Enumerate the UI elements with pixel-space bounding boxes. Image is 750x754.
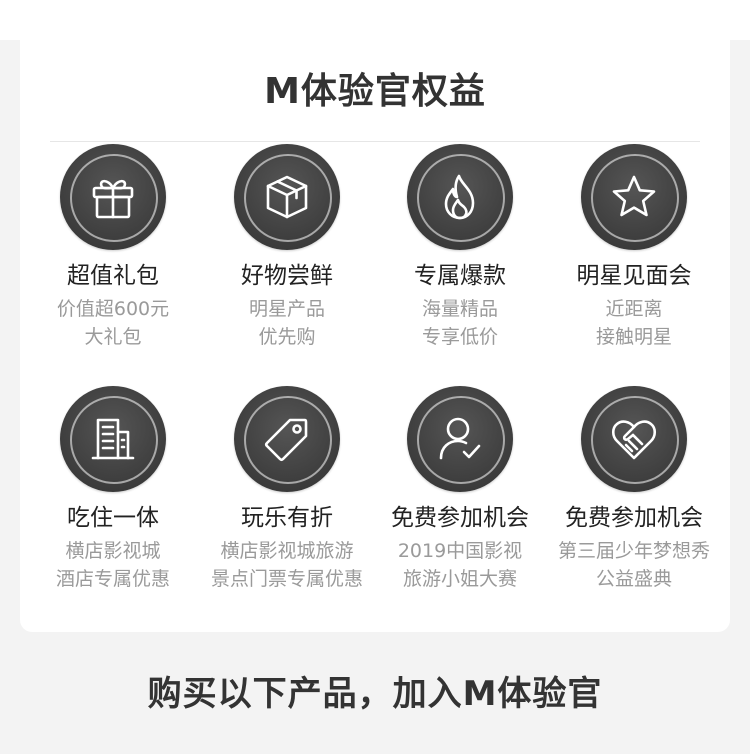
benefit-heart-hands[interactable]: 免费参加机会 第三届少年梦想秀 公益盛典 xyxy=(547,386,721,593)
benefit-icon-circle xyxy=(234,144,340,250)
benefit-desc: 海量精品 专享低价 xyxy=(373,295,547,351)
benefit-icon-circle xyxy=(407,386,513,492)
benefit-desc-line2: 接触明星 xyxy=(595,326,672,348)
benefit-desc-line2: 酒店专属优惠 xyxy=(55,568,170,590)
benefit-icon-circle xyxy=(234,386,340,492)
benefit-building[interactable]: 吃住一体 横店影视城 酒店专属优惠 xyxy=(26,386,200,593)
benefit-icon-circle xyxy=(581,144,687,250)
box-icon xyxy=(266,175,308,219)
benefit-desc-line1: 第三届少年梦想秀 xyxy=(557,540,710,562)
benefit-desc-line1: 价值超600元 xyxy=(56,298,170,320)
benefit-title: 玩乐有折 xyxy=(241,505,333,531)
benefit-desc: 2019中国影视 旅游小姐大赛 xyxy=(373,537,547,593)
benefit-desc-line2: 优先购 xyxy=(258,326,316,348)
tag-icon xyxy=(264,418,308,462)
benefit-icon-circle xyxy=(581,386,687,492)
benefit-desc-line2: 专享低价 xyxy=(421,326,498,348)
benefit-tag[interactable]: 玩乐有折 横店影视城旅游 景点门票专属优惠 xyxy=(200,386,374,593)
benefit-desc-line1: 明星产品 xyxy=(248,298,325,320)
benefit-flame[interactable]: 专属爆款 海量精品 专享低价 xyxy=(373,144,547,351)
benefit-user-check[interactable]: 免费参加机会 2019中国影视 旅游小姐大赛 xyxy=(373,386,547,593)
benefit-title: 免费参加机会 xyxy=(565,505,703,531)
benefit-title: 超值礼包 xyxy=(67,263,159,289)
star-icon xyxy=(612,175,656,217)
heart-hands-icon xyxy=(611,420,657,460)
benefit-desc: 明星产品 优先购 xyxy=(200,295,374,351)
benefit-desc-line1: 海量精品 xyxy=(421,298,498,320)
benefit-title: 吃住一体 xyxy=(67,505,159,531)
benefit-desc: 第三届少年梦想秀 公益盛典 xyxy=(547,537,721,593)
cta-title: 购买以下产品，加入M体验官 xyxy=(147,674,603,714)
benefit-desc-line2: 大礼包 xyxy=(84,326,142,348)
benefit-box[interactable]: 好物尝鲜 明星产品 优先购 xyxy=(200,144,374,351)
flame-icon xyxy=(444,174,475,220)
benefit-desc: 横店影视城旅游 景点门票专属优惠 xyxy=(200,537,374,593)
benefit-gift[interactable]: 超值礼包 价值超600元 大礼包 xyxy=(26,144,200,351)
benefit-icon-circle xyxy=(60,386,166,492)
benefit-desc-line1: 近距离 xyxy=(605,298,663,320)
benefit-desc-line1: 2019中国影视 xyxy=(397,540,523,562)
user-check-icon xyxy=(439,417,481,460)
benefit-icon-circle xyxy=(407,144,513,250)
benefit-star[interactable]: 明星见面会 近距离 接触明星 xyxy=(547,144,721,351)
gift-icon xyxy=(92,179,134,219)
section-title: M体验官权益 xyxy=(264,71,486,112)
benefit-title: 专属爆款 xyxy=(414,263,506,289)
building-icon xyxy=(91,418,135,460)
benefit-desc-line2: 景点门票专属优惠 xyxy=(210,568,363,590)
benefit-title: 好物尝鲜 xyxy=(241,263,333,289)
benefit-icon-circle xyxy=(60,144,166,250)
benefit-desc-line1: 横店影视城 xyxy=(65,540,161,562)
divider xyxy=(50,141,700,142)
benefit-desc: 价值超600元 大礼包 xyxy=(26,295,200,351)
benefit-desc-line2: 旅游小姐大赛 xyxy=(402,568,517,590)
benefit-desc: 近距离 接触明星 xyxy=(547,295,721,351)
benefit-desc: 横店影视城 酒店专属优惠 xyxy=(26,537,200,593)
benefits-card: M体验官权益 超值礼包 价值超600元 大礼包 好物尝鲜 明星产品 优先购 专属… xyxy=(20,40,730,632)
benefit-title: 免费参加机会 xyxy=(391,505,529,531)
benefit-title: 明星见面会 xyxy=(576,263,692,289)
benefit-desc-line1: 横店影视城旅游 xyxy=(220,540,354,562)
benefit-desc-line2: 公益盛典 xyxy=(595,568,672,590)
top-strip xyxy=(0,0,750,40)
